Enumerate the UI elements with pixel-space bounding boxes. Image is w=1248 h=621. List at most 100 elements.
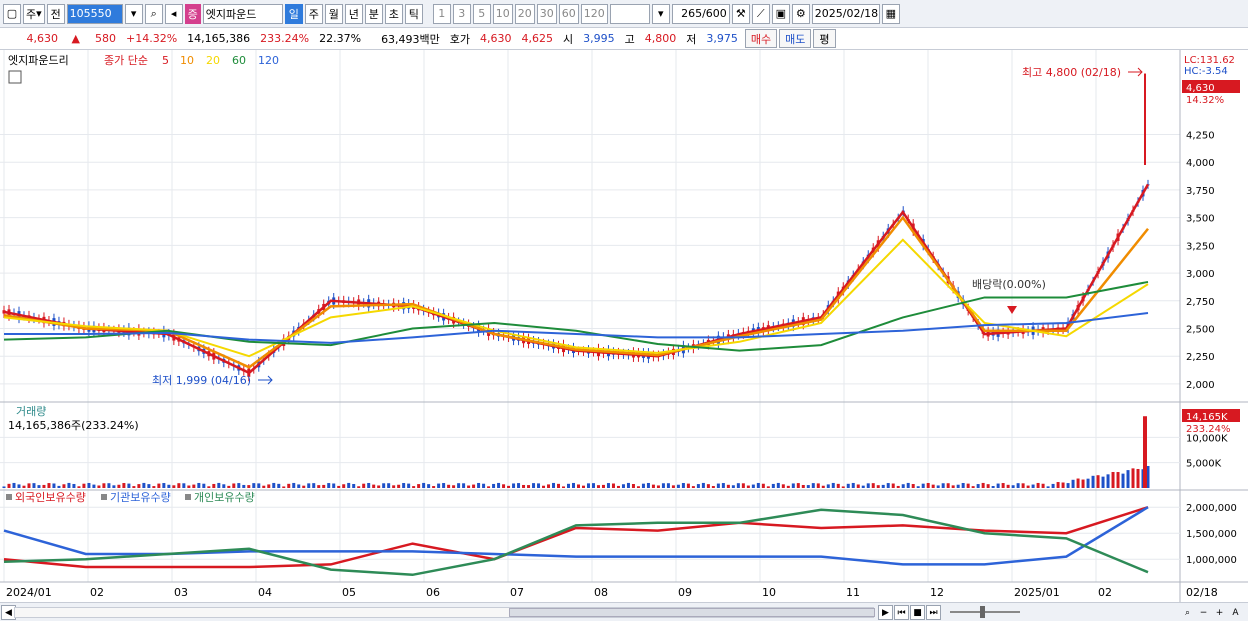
interval-tab-30[interactable]: 30 <box>536 3 557 24</box>
scroll-right-icon[interactable]: ▶ <box>878 605 893 620</box>
stop-icon[interactable]: ■ <box>910 605 925 620</box>
gear-icon[interactable]: ⚙ <box>791 3 810 24</box>
volume-bar <box>467 485 471 488</box>
volume-bar <box>696 484 700 488</box>
zoom-handle[interactable] <box>980 606 985 618</box>
period-tab-4[interactable]: 분 <box>364 3 383 24</box>
buy-button[interactable]: 매수 <box>744 29 778 48</box>
change-value: 580 <box>95 32 116 45</box>
interval-tab-1[interactable]: 1 <box>432 3 451 24</box>
volume-bar <box>941 483 945 488</box>
period-tab-0[interactable]: 일 <box>284 3 303 24</box>
volume-bar <box>527 485 531 488</box>
volume-bar <box>681 483 685 488</box>
save-icon[interactable]: ▣ <box>771 3 790 24</box>
calendar-icon[interactable]: ▦ <box>881 3 900 24</box>
speaker-icon[interactable]: ◂ <box>164 3 183 24</box>
interval-tab-60[interactable]: 60 <box>558 3 579 24</box>
table-icon[interactable] <box>8 70 22 84</box>
prev-button[interactable]: 전 <box>46 3 65 24</box>
bottom-bar: ◀ ▶ ⏮ ■ ⏭ ⌕ − + A <box>0 602 1248 621</box>
eval-button[interactable]: 평 <box>813 29 836 48</box>
period-tabs: 일주월년분초틱 <box>284 3 423 24</box>
count-field[interactable]: 265/600 <box>671 3 730 24</box>
price-tick: 2,750 <box>1186 297 1215 308</box>
period-tab-2[interactable]: 월 <box>324 3 343 24</box>
volume-bar <box>786 485 790 488</box>
volume-bar <box>1046 486 1050 488</box>
volume-bar <box>866 483 870 488</box>
price-tick: 2,000 <box>1186 380 1215 391</box>
holdings-tick: 1,000,000 <box>1186 555 1237 566</box>
high-label: 고 <box>624 32 635 46</box>
volume-bar <box>871 483 875 488</box>
volume-bar <box>1051 483 1055 488</box>
font-size-icon[interactable]: A <box>1228 605 1243 620</box>
chart-area[interactable]: 엣지파운드리 종가 단순 5 10 20 60 120 4,250 4,000 3,750 3… <box>0 50 1248 603</box>
current-pct-axis: 14.32% <box>1186 95 1224 106</box>
market-select[interactable]: 주 ▾ <box>23 3 45 24</box>
volume-value-label: 14,165,386주(233.24%) <box>8 419 139 432</box>
window-icon[interactable]: ▢ <box>3 3 21 24</box>
volume-bar <box>97 485 101 488</box>
interval-dropdown-icon[interactable]: ▾ <box>651 3 670 24</box>
price-chart[interactable]: 엣지파운드리 종가 단순 5 10 20 60 120 4,250 4,000 3,750 3… <box>0 50 1248 603</box>
market-label: 주 <box>26 7 37 21</box>
scroll-thumb[interactable] <box>509 608 875 617</box>
volume-bar <box>187 485 191 488</box>
interval-tab-10[interactable]: 10 <box>492 3 513 24</box>
volume-bar <box>557 483 561 488</box>
volume-bar <box>1091 475 1095 488</box>
period-tab-6[interactable]: 틱 <box>404 3 423 24</box>
volume-bar <box>487 486 491 488</box>
date-input[interactable]: 2025/02/18 <box>811 3 880 24</box>
code-dropdown-icon[interactable]: ▾ <box>124 3 143 24</box>
period-tab-1[interactable]: 주 <box>304 3 323 24</box>
interval-tab-120[interactable]: 120 <box>580 3 608 24</box>
volume-bar <box>656 485 660 488</box>
volume-bar <box>332 483 336 488</box>
interval-tab-20[interactable]: 20 <box>514 3 535 24</box>
volume-bar <box>312 483 316 488</box>
search-icon[interactable]: ⌕ <box>144 3 163 24</box>
draw-line-icon[interactable]: ⟋ <box>751 3 770 24</box>
volume-bar <box>981 482 985 488</box>
scrollbar[interactable] <box>14 607 875 618</box>
sell-button[interactable]: 매도 <box>779 29 812 48</box>
high-arrow-icon <box>1128 67 1143 77</box>
volume-bar <box>896 485 900 488</box>
volume-bar <box>576 484 580 488</box>
volume-bar <box>482 483 486 488</box>
volume-bar <box>1101 476 1105 488</box>
volume-bar <box>552 482 556 488</box>
period-tab-3[interactable]: 년 <box>344 3 363 24</box>
volume-bar <box>756 482 760 488</box>
volume-bar <box>621 484 625 488</box>
code-input[interactable]: 105550 <box>66 3 123 24</box>
volume-bar <box>342 484 346 488</box>
volume-bar <box>736 483 740 488</box>
zoom-slider[interactable] <box>950 611 1020 613</box>
zoom-out-icon[interactable]: − <box>1196 605 1211 620</box>
volume-bar <box>182 483 186 488</box>
zoom-search-icon[interactable]: ⌕ <box>1180 605 1195 620</box>
first-page-icon[interactable]: ⏮ <box>894 605 909 620</box>
zoom-in-icon[interactable]: + <box>1212 605 1227 620</box>
volume-bar <box>357 486 361 488</box>
period-tab-5[interactable]: 초 <box>384 3 403 24</box>
volume-bar <box>202 483 206 488</box>
volume-bar <box>227 485 231 488</box>
interval-tab-3[interactable]: 3 <box>452 3 471 24</box>
volume-bar <box>397 484 401 488</box>
volume-bar <box>337 485 341 488</box>
last-page-icon[interactable]: ⏭ <box>926 605 941 620</box>
volume-bar <box>117 484 121 488</box>
hc-label: HC:-3.54 <box>1184 66 1228 77</box>
interval-tab-5[interactable]: 5 <box>472 3 491 24</box>
trade-amount: 63,493백만 <box>381 32 440 46</box>
volume-bar <box>761 483 765 488</box>
stock-name-field[interactable]: 엣지파운드 <box>202 3 283 24</box>
chart-tools-icon[interactable]: ⚒ <box>731 3 750 24</box>
date-label: 03 <box>174 586 188 599</box>
interval-custom-input[interactable] <box>609 3 650 24</box>
